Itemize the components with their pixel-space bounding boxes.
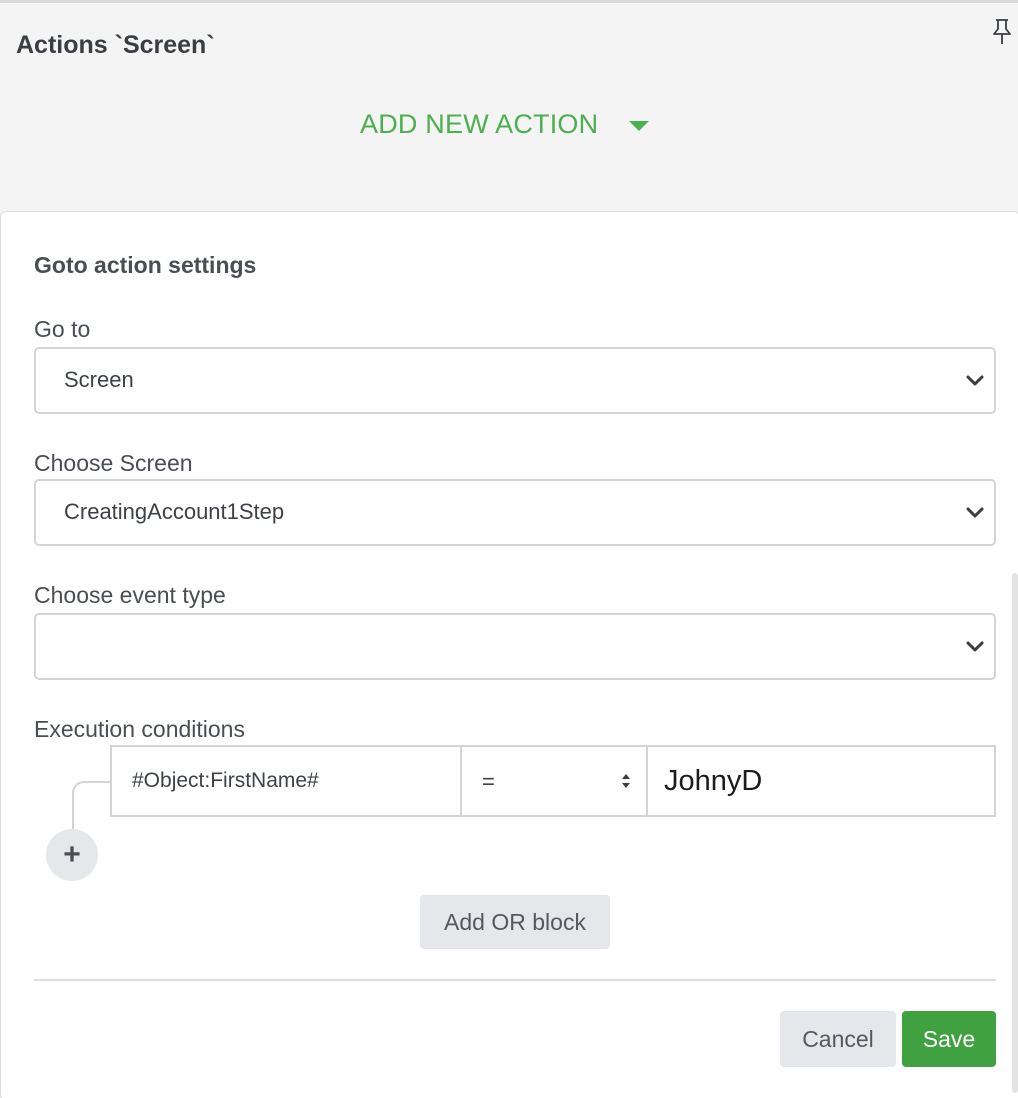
condition-operator-value: = xyxy=(482,769,495,794)
chevron-down-icon xyxy=(966,641,984,652)
condition-connector-line xyxy=(72,781,110,829)
condition-row: #Object:FirstName# = JohnyD xyxy=(110,745,996,817)
scrollbar[interactable] xyxy=(1012,573,1018,1093)
plus-icon: + xyxy=(63,838,81,871)
section-title: Goto action settings xyxy=(34,252,257,278)
up-down-icon xyxy=(622,774,630,788)
goto-select-value: Screen xyxy=(64,367,134,392)
footer-divider xyxy=(34,979,996,981)
choose-screen-label: Choose Screen xyxy=(34,450,193,476)
event-type-label: Choose event type xyxy=(34,582,226,608)
chevron-down-icon xyxy=(966,375,984,386)
condition-field-input[interactable]: #Object:FirstName# xyxy=(110,745,462,817)
save-button[interactable]: Save xyxy=(902,1011,996,1067)
add-new-action-label: ADD NEW ACTION xyxy=(360,109,599,139)
pin-icon[interactable] xyxy=(990,17,1014,45)
goto-select[interactable]: Screen xyxy=(34,347,996,414)
choose-screen-value: CreatingAccount1Step xyxy=(64,499,285,524)
add-new-action-button[interactable]: ADD NEW ACTION xyxy=(360,109,650,140)
condition-value-input[interactable]: JohnyD xyxy=(646,745,996,817)
condition-value-text: JohnyD xyxy=(664,765,763,797)
add-or-block-button[interactable]: Add OR block xyxy=(420,895,610,949)
chevron-down-icon xyxy=(966,507,984,518)
event-type-select[interactable] xyxy=(34,613,996,680)
condition-field-value: #Object:FirstName# xyxy=(132,769,319,792)
choose-screen-select[interactable]: CreatingAccount1Step xyxy=(34,479,996,546)
cancel-button[interactable]: Cancel xyxy=(780,1011,896,1067)
actions-page: Actions `Screen` ADD NEW ACTION Goto act… xyxy=(0,0,1018,1098)
goto-label: Go to xyxy=(34,316,91,342)
condition-operator-select[interactable]: = xyxy=(462,745,646,817)
add-condition-button[interactable]: + xyxy=(46,829,98,881)
execution-conditions-label: Execution conditions xyxy=(34,716,245,742)
page-title: Actions `Screen` xyxy=(16,31,215,59)
caret-down-icon xyxy=(629,120,650,131)
